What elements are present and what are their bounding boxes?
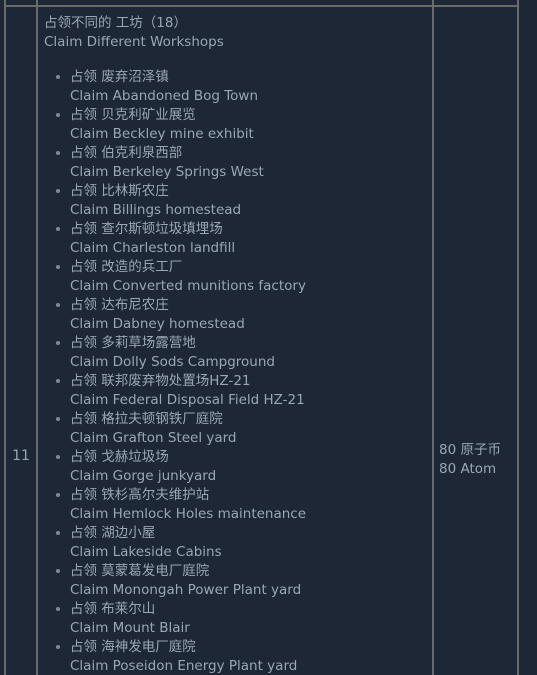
objective-english: Claim Monongah Power Plant yard xyxy=(70,582,302,598)
objective-chinese: 占领 达布尼农庄 xyxy=(70,297,169,313)
bullet-icon xyxy=(56,75,60,79)
objective-english: Claim Dabney homestead xyxy=(70,316,245,332)
objective-list: 占领 废弃沼泽镇 Claim Abandoned Bog Town 占领 贝克利… xyxy=(38,68,432,675)
table-cell-content: 占领不同的 工坊（18） Claim Different Workshops 占… xyxy=(38,6,432,675)
objective-chinese: 占领 海神发电厂庭院 xyxy=(70,639,196,655)
table-cell-reward: 80 原子币 80 Atom xyxy=(434,6,517,675)
list-item: 占领 联邦废弃物处置场HZ-21 Claim Federal Disposal … xyxy=(56,372,432,410)
objective-english: Claim Dolly Sods Campground xyxy=(70,354,275,370)
objective-english: Claim Poseidon Energy Plant yard xyxy=(70,658,298,674)
page-right-gutter xyxy=(519,0,537,675)
objective-chinese: 占领 布莱尔山 xyxy=(70,601,156,617)
objective-english: Claim Beckley mine exhibit xyxy=(70,126,254,142)
objective-english: Claim Gorge junkyard xyxy=(70,468,217,484)
objective-english: Claim Abandoned Bog Town xyxy=(70,88,259,104)
objective-english: Claim Berkeley Springs West xyxy=(70,164,264,180)
objective-chinese: 占领 伯克利泉西部 xyxy=(70,145,183,161)
list-item: 占领 查尔斯顿垃圾填埋场 Claim Charleston landfill xyxy=(56,220,432,258)
challenge-title-english: Claim Different Workshops xyxy=(44,34,224,50)
bullet-icon xyxy=(56,645,60,649)
bullet-icon xyxy=(56,417,60,421)
bullet-icon xyxy=(56,569,60,573)
objective-chinese: 占领 多莉草场露营地 xyxy=(70,335,196,351)
objective-english: Claim Hemlock Holes maintenance xyxy=(70,506,307,522)
list-item: 占领 多莉草场露营地 Claim Dolly Sods Campground xyxy=(56,334,432,372)
reward-block: 80 原子币 80 Atom xyxy=(439,441,517,479)
list-item: 占领 格拉夫顿钢铁厂庭院 Claim Grafton Steel yard xyxy=(56,410,432,448)
objective-chinese: 占领 贝克利矿业展览 xyxy=(70,107,196,123)
list-item: 占领 海神发电厂庭院 Claim Poseidon Energy Plant y… xyxy=(56,638,432,675)
objective-chinese: 占领 莫蒙葛发电厂庭院 xyxy=(70,563,210,579)
bullet-icon xyxy=(56,265,60,269)
objective-english: Claim Lakeside Cabins xyxy=(70,544,222,560)
list-item: 占领 戈赫垃圾场 Claim Gorge junkyard xyxy=(56,448,432,486)
bullet-icon xyxy=(56,379,60,383)
objective-chinese: 占领 查尔斯顿垃圾填埋场 xyxy=(70,221,223,237)
reward-chinese: 80 原子币 xyxy=(439,442,501,458)
bullet-icon xyxy=(56,227,60,231)
objective-chinese: 占领 戈赫垃圾场 xyxy=(70,449,169,465)
objective-english: Claim Grafton Steel yard xyxy=(70,430,237,446)
bullet-icon xyxy=(56,151,60,155)
objective-chinese: 占领 改造的兵工厂 xyxy=(70,259,183,275)
row-number: 11 xyxy=(12,448,30,464)
list-item: 占领 布莱尔山 Claim Mount Blair xyxy=(56,600,432,638)
bullet-icon xyxy=(56,189,60,193)
objective-chinese: 占领 废弃沼泽镇 xyxy=(70,69,169,85)
objective-chinese: 占领 联邦废弃物处置场HZ-21 xyxy=(70,373,251,389)
table-cell-index: 11 xyxy=(6,6,36,675)
objective-english: Claim Mount Blair xyxy=(70,620,190,636)
bullet-icon xyxy=(56,113,60,117)
table-row: 11 占领不同的 工坊（18） Claim Different Workshop… xyxy=(4,6,519,675)
bullet-icon xyxy=(56,341,60,345)
challenge-title-chinese: 占领不同的 工坊（18） xyxy=(44,15,187,31)
list-item: 占领 比林斯农庄 Claim Billings homestead xyxy=(56,182,432,220)
objective-chinese: 占领 格拉夫顿钢铁厂庭院 xyxy=(70,411,223,427)
list-item: 占领 铁杉高尔夫维护站 Claim Hemlock Holes maintena… xyxy=(56,486,432,524)
list-item: 占领 伯克利泉西部 Claim Berkeley Springs West xyxy=(56,144,432,182)
challenge-title-block: 占领不同的 工坊（18） Claim Different Workshops xyxy=(38,6,432,52)
bullet-icon xyxy=(56,455,60,459)
list-item: 占领 改造的兵工厂 Claim Converted munitions fact… xyxy=(56,258,432,296)
objective-english: Claim Federal Disposal Field HZ-21 xyxy=(70,392,305,408)
objective-chinese: 占领 比林斯农庄 xyxy=(70,183,169,199)
objective-chinese: 占领 湖边小屋 xyxy=(70,525,156,541)
bullet-icon xyxy=(56,531,60,535)
list-item: 占领 达布尼农庄 Claim Dabney homestead xyxy=(56,296,432,334)
wiki-challenge-table-page: 11 占领不同的 工坊（18） Claim Different Workshop… xyxy=(0,0,537,675)
list-item: 占领 贝克利矿业展览 Claim Beckley mine exhibit xyxy=(56,106,432,144)
list-item: 占领 莫蒙葛发电厂庭院 Claim Monongah Power Plant y… xyxy=(56,562,432,600)
bullet-icon xyxy=(56,493,60,497)
objective-chinese: 占领 铁杉高尔夫维护站 xyxy=(70,487,210,503)
objective-english: Claim Charleston landfill xyxy=(70,240,236,256)
bullet-icon xyxy=(56,303,60,307)
reward-english: 80 Atom xyxy=(439,461,497,477)
objective-english: Claim Billings homestead xyxy=(70,202,242,218)
list-item: 占领 湖边小屋 Claim Lakeside Cabins xyxy=(56,524,432,562)
objective-english: Claim Converted munitions factory xyxy=(70,278,306,294)
list-item: 占领 废弃沼泽镇 Claim Abandoned Bog Town xyxy=(56,68,432,106)
bullet-icon xyxy=(56,607,60,611)
